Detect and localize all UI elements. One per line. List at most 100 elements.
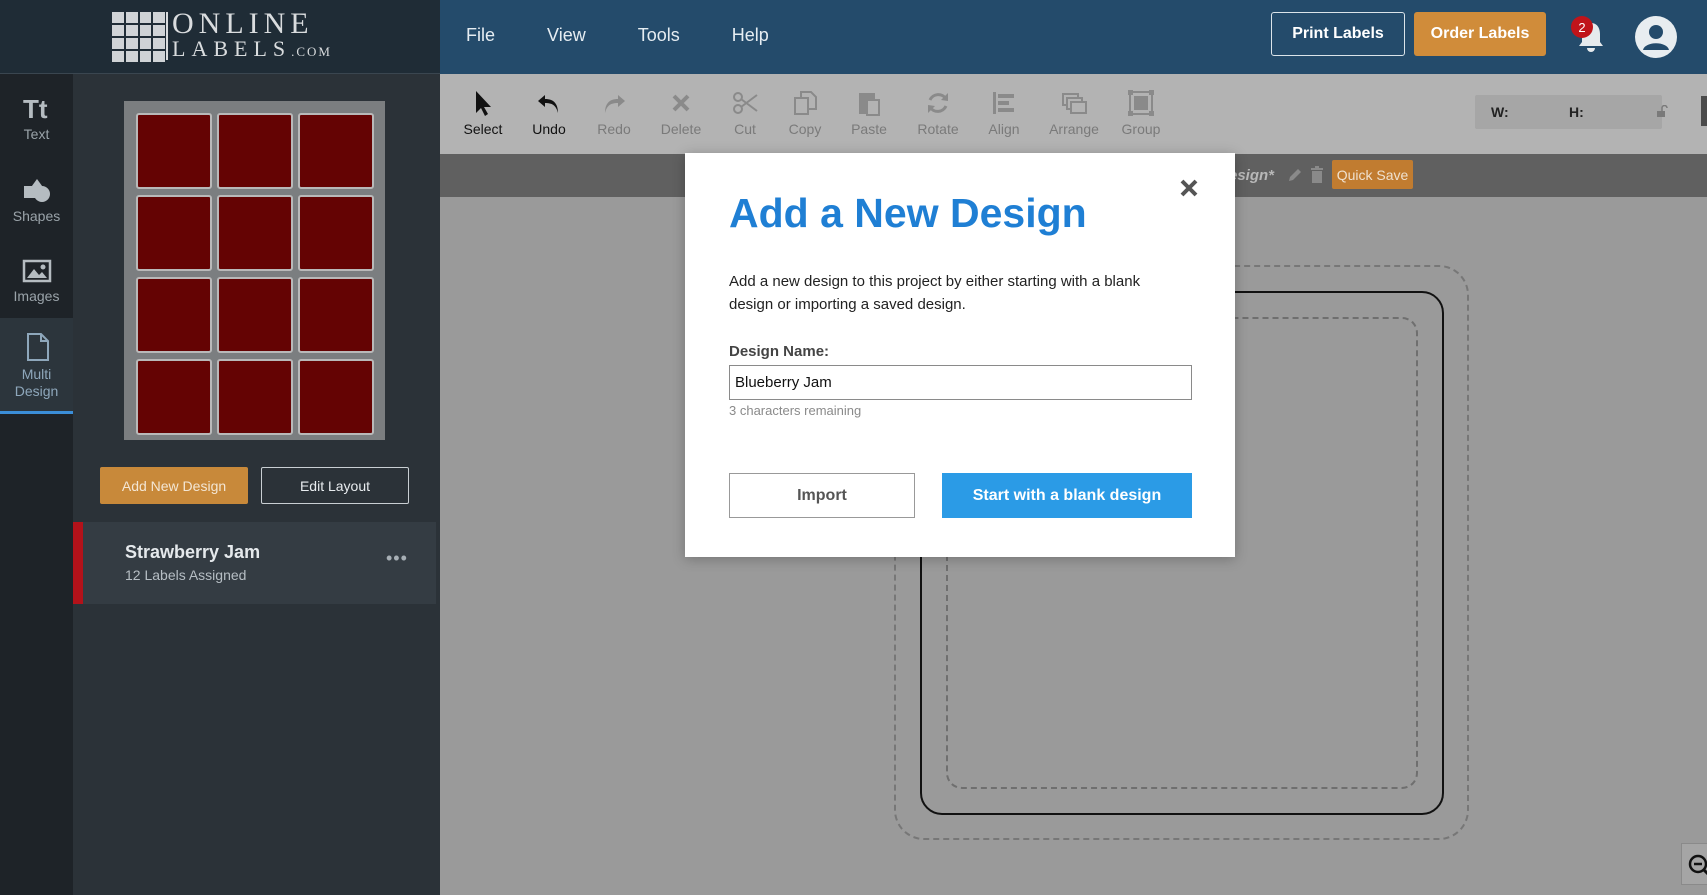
top-header: ONLINE LABELS.COM File View Tools Help P… (0, 0, 1707, 74)
order-labels-button[interactable]: Order Labels (1414, 12, 1546, 56)
sheet-label-cell[interactable] (217, 359, 293, 435)
design-title: esign* (1229, 167, 1275, 184)
logo-line1: ONLINE (172, 7, 314, 40)
undo-icon (538, 95, 558, 113)
unlock-icon[interactable] (1656, 105, 1668, 117)
trash-icon[interactable] (1310, 166, 1324, 183)
redo-button[interactable]: Redo (585, 89, 643, 137)
avatar[interactable] (1635, 16, 1677, 58)
pencil-icon[interactable] (1287, 167, 1303, 183)
copy-icon (794, 91, 817, 115)
close-icon[interactable] (1176, 175, 1202, 201)
left-rail: Tt Text Shapes Images Multi Design (0, 74, 73, 895)
sheet-label-cell[interactable] (298, 359, 374, 435)
tool-label: Arrange (1049, 121, 1099, 137)
tool-label: Copy (788, 121, 822, 137)
document-icon (26, 333, 49, 361)
undo-button[interactable]: Undo (520, 89, 578, 137)
tool-label: Select (463, 121, 503, 137)
redo-icon (605, 95, 625, 113)
rail-label-text: Text (23, 126, 50, 142)
rail-item-images[interactable]: Images (0, 244, 73, 324)
copy-button[interactable]: Copy (776, 89, 834, 137)
rail-item-text[interactable]: Tt Text (0, 82, 73, 162)
align-left-icon (993, 92, 1014, 114)
sheet-label-cell[interactable] (136, 113, 212, 189)
menu-help[interactable]: Help (732, 25, 769, 46)
images-icon (22, 259, 51, 283)
print-labels-button[interactable]: Print Labels (1271, 12, 1405, 56)
rail-label-shapes: Shapes (12, 208, 61, 224)
menu-file[interactable]: File (466, 25, 495, 46)
menu-tools[interactable]: Tools (638, 25, 680, 46)
arrange-button[interactable]: Arrange (1036, 89, 1112, 137)
shapes-icon (23, 179, 50, 202)
sheet-label-cell[interactable] (136, 195, 212, 271)
panel-scroll-handle[interactable] (1701, 96, 1707, 126)
height-label[interactable]: H: (1569, 104, 1584, 120)
design-name-input[interactable] (729, 365, 1192, 400)
sheet-label-cell[interactable] (298, 113, 374, 189)
group-icon (1128, 90, 1154, 116)
sheet-label-cell[interactable] (217, 113, 293, 189)
design-name-label: Design Name: (729, 343, 830, 360)
paste-icon (859, 93, 880, 116)
rail-label-multi-design: Multi Design (14, 366, 59, 399)
delete-button[interactable]: Delete (652, 89, 710, 137)
tool-label: Group (1121, 121, 1161, 137)
rail-label-images: Images (13, 288, 60, 304)
notification-count-badge: 2 (1571, 16, 1593, 38)
characters-remaining: 3 characters remaining (729, 403, 862, 418)
add-design-modal: Add a New Design Add a new design to thi… (685, 153, 1235, 557)
tool-label: Redo (597, 121, 631, 137)
rail-item-shapes[interactable]: Shapes (0, 164, 73, 244)
dimension-controls: W: H: (1475, 95, 1668, 129)
tool-label: Cut (734, 121, 756, 137)
svg-text:Tt: Tt (23, 96, 48, 122)
modal-description: Add a new design to this project by eith… (729, 273, 1141, 313)
align-button[interactable]: Align (975, 89, 1033, 137)
edit-layout-button[interactable]: Edit Layout (261, 467, 409, 504)
sheet-label-cell[interactable] (298, 277, 374, 353)
tool-label: Paste (851, 121, 887, 137)
more-options-icon[interactable]: ••• (386, 548, 408, 569)
import-button[interactable]: Import (729, 473, 915, 518)
sheet-label-cell[interactable] (217, 277, 293, 353)
design-list-item[interactable]: Strawberry Jam 12 Labels Assigned ••• (73, 522, 436, 604)
design-name: Strawberry Jam (125, 542, 261, 562)
start-blank-design-button[interactable]: Start with a blank design (942, 473, 1192, 518)
quick-save-button[interactable]: Quick Save (1332, 160, 1413, 189)
width-label[interactable]: W: (1491, 104, 1509, 120)
menu-bar: File View Tools Help (440, 0, 795, 70)
tool-label: Undo (532, 121, 566, 137)
user-icon (1643, 25, 1669, 50)
logo-grid-icon (112, 12, 165, 62)
rotate-icon (928, 93, 948, 113)
group-button[interactable]: Group (1112, 89, 1170, 137)
rail-item-multi-design[interactable]: Multi Design (0, 318, 73, 414)
add-new-design-button[interactable]: Add New Design (100, 467, 248, 504)
sheet-label-cell[interactable] (136, 359, 212, 435)
cut-button[interactable]: Cut (716, 89, 774, 137)
zoom-out-icon (1688, 854, 1707, 876)
zoom-button[interactable] (1681, 843, 1707, 885)
rotate-button[interactable]: Rotate (909, 89, 967, 137)
logo-line2: LABELS.COM (172, 36, 332, 61)
tool-label: Delete (660, 121, 702, 137)
menu-view[interactable]: View (547, 25, 586, 46)
scissors-icon (733, 92, 758, 114)
logo[interactable]: ONLINE LABELS.COM (0, 0, 440, 74)
cursor-arrow-icon (476, 91, 491, 116)
design-assigned-count: 12 Labels Assigned (125, 567, 247, 583)
logo-text: ONLINE LABELS.COM (166, 7, 332, 63)
paste-button[interactable]: Paste (840, 89, 898, 137)
sheet-label-cell[interactable] (217, 195, 293, 271)
delete-x-icon (672, 94, 690, 112)
tool-label: Align (988, 121, 1020, 137)
text-icon: Tt (23, 96, 48, 122)
sheet-label-cell[interactable] (136, 277, 212, 353)
tool-label: Rotate (917, 121, 959, 137)
select-tool-button[interactable]: Select (454, 89, 512, 137)
label-sheet-preview[interactable] (124, 101, 385, 440)
sheet-label-cell[interactable] (298, 195, 374, 271)
